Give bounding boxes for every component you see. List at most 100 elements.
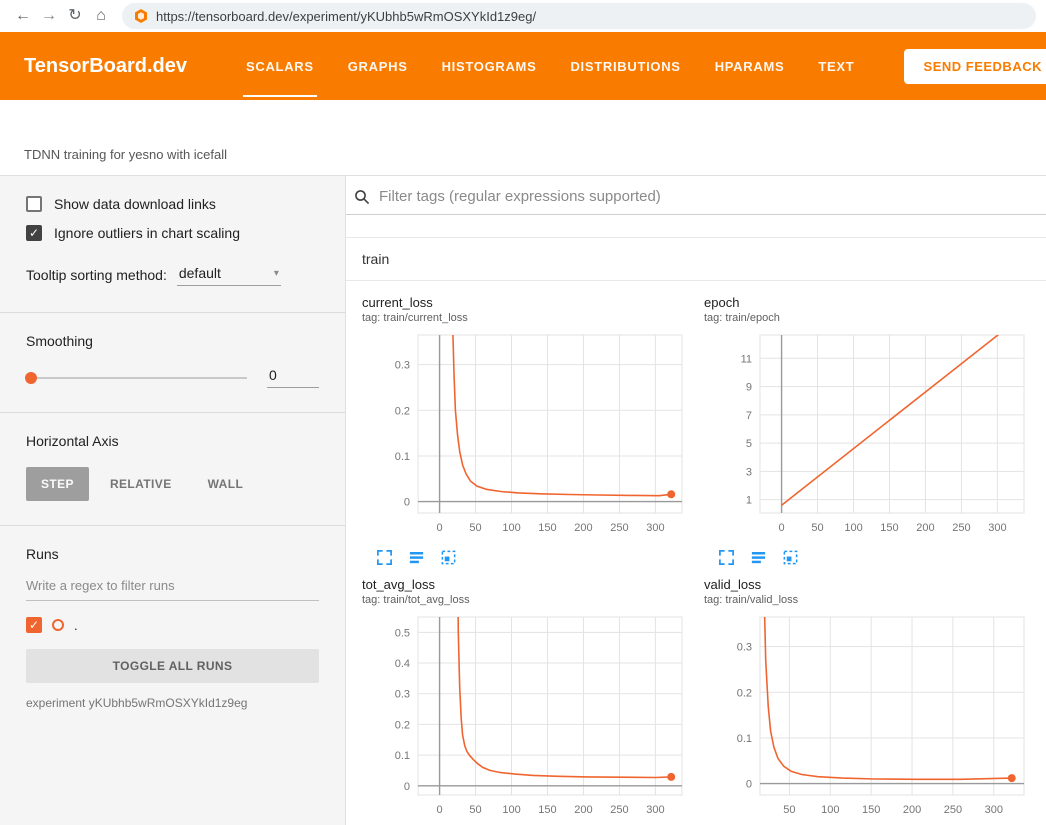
tab-histograms[interactable]: HISTOGRAMS [425,32,554,100]
svg-text:0.2: 0.2 [737,687,752,699]
show-download-links-label: Show data download links [54,196,216,212]
scalar-chart-card: epochtag: train/epoch0501001502002503001… [704,295,1034,567]
tooltip-sorting-label: Tooltip sorting method: [26,267,167,286]
back-icon[interactable]: ← [10,0,36,32]
svg-text:11: 11 [741,353,752,365]
svg-text:250: 250 [944,804,962,816]
run-item[interactable]: ✓ . [26,617,319,633]
run-color-icon [52,619,64,631]
axis-relative-button[interactable]: RELATIVE [95,467,187,501]
charts-grid: current_losstag: train/current_loss05010… [346,281,1046,825]
tooltip-sorting-dropdown[interactable]: default ▾ [177,263,281,286]
svg-text:0.3: 0.3 [395,689,410,701]
smoothing-slider-thumb[interactable] [25,372,37,384]
tab-graphs[interactable]: GRAPHS [331,32,425,100]
browser-toolbar: ← → ↻ ⌂ https://tensorboard.dev/experime… [0,0,1046,32]
svg-text:200: 200 [916,522,934,534]
svg-text:50: 50 [469,522,481,534]
experiment-id-note: experiment yKUbhb5wRmOSXYkId1z9eg [26,696,319,710]
svg-text:100: 100 [844,522,862,534]
line-chart[interactable]: 5010015020025030000.10.20.3 [704,611,1034,821]
scalar-chart-card: valid_losstag: train/valid_loss501001502… [704,577,1034,825]
svg-text:1: 1 [746,495,752,507]
svg-text:9: 9 [746,382,752,394]
list-icon[interactable] [408,549,426,567]
svg-text:300: 300 [646,522,664,534]
line-chart[interactable]: 05010015020025030000.10.20.30.40.5 [362,611,692,821]
fit-domain-icon[interactable] [782,549,800,567]
address-bar[interactable]: https://tensorboard.dev/experiment/yKUbh… [122,3,1036,29]
scalar-chart-card: current_losstag: train/current_loss05010… [362,295,692,567]
svg-text:0.1: 0.1 [395,750,410,762]
fit-domain-icon[interactable] [440,549,458,567]
svg-text:0.1: 0.1 [395,451,410,463]
run-name: . [74,618,78,633]
tab-bar: SCALARS GRAPHS HISTOGRAMS DISTRIBUTIONS … [229,32,871,100]
app-header: TensorBoard.dev SCALARS GRAPHS HISTOGRAM… [0,32,1046,100]
tab-distributions[interactable]: DISTRIBUTIONS [553,32,697,100]
svg-text:0: 0 [404,781,410,793]
svg-text:200: 200 [903,804,921,816]
run-checkbox[interactable]: ✓ [26,617,42,633]
smoothing-slider[interactable] [26,377,247,379]
svg-text:0.3: 0.3 [737,642,752,654]
svg-text:100: 100 [502,804,520,816]
svg-text:150: 150 [538,522,556,534]
svg-text:5: 5 [746,438,752,450]
runs-filter-input[interactable] [26,572,319,601]
svg-text:50: 50 [469,804,481,816]
smoothing-value[interactable]: 0 [267,367,319,388]
send-feedback-button[interactable]: SEND FEEDBACK [904,49,1046,84]
chevron-down-icon: ▾ [274,268,279,279]
list-icon[interactable] [750,549,768,567]
tab-text[interactable]: TEXT [801,32,871,100]
forward-icon[interactable]: → [36,0,62,32]
svg-text:300: 300 [646,804,664,816]
svg-text:50: 50 [783,804,795,816]
general-settings-section: Show data download links ✓ Ignore outlie… [0,176,345,313]
expand-corners-icon[interactable] [376,549,394,567]
tooltip-sorting-value: default [179,265,221,281]
axis-step-button[interactable]: STEP [26,467,89,501]
tag-filter-row [346,176,1046,215]
ignore-outliers-label: Ignore outliers in chart scaling [54,225,240,241]
url-text: https://tensorboard.dev/experiment/yKUbh… [156,9,536,24]
tab-hparams[interactable]: HPARAMS [698,32,802,100]
tag-group-card: train current_losstag: train/current_los… [346,237,1046,825]
refresh-icon[interactable]: ↻ [62,0,88,32]
expand-corners-icon[interactable] [718,549,736,567]
scalars-dashboard: train current_losstag: train/current_los… [346,176,1046,825]
home-icon[interactable]: ⌂ [88,0,114,32]
experiment-description: TDNN training for yesno with icefall [24,147,227,162]
tag-group-title[interactable]: train [346,238,1046,281]
chart-actions [704,544,1034,567]
smoothing-section: Smoothing 0 [0,313,345,413]
svg-text:200: 200 [574,522,592,534]
settings-sidebar: Show data download links ✓ Ignore outlie… [0,176,346,825]
svg-text:250: 250 [610,804,628,816]
axis-wall-button[interactable]: WALL [193,467,259,501]
chart-tag: tag: train/tot_avg_loss [362,594,692,606]
tab-scalars[interactable]: SCALARS [229,32,331,100]
svg-text:0.5: 0.5 [395,627,410,639]
svg-text:0: 0 [746,779,752,791]
toggle-all-runs-button[interactable]: TOGGLE ALL RUNS [26,649,319,683]
show-download-links-checkbox[interactable] [26,196,42,212]
svg-text:0: 0 [437,522,443,534]
svg-text:0.4: 0.4 [395,658,410,670]
svg-text:150: 150 [538,804,556,816]
runs-section: Runs ✓ . TOGGLE ALL RUNS experiment yKUb… [0,526,345,734]
svg-text:0: 0 [404,497,410,509]
svg-text:0.2: 0.2 [395,405,410,417]
svg-text:250: 250 [952,522,970,534]
app-logo: TensorBoard.dev [0,55,229,78]
svg-text:200: 200 [574,804,592,816]
line-chart[interactable]: 05010015020025030000.10.20.3 [362,329,692,539]
chart-actions [362,544,692,567]
line-chart[interactable]: 0501001502002503001357911 [704,329,1034,539]
ignore-outliers-checkbox[interactable]: ✓ [26,225,42,241]
chart-tag: tag: train/valid_loss [704,594,1034,606]
chart-title: current_loss [362,295,692,310]
smoothing-label: Smoothing [26,333,319,349]
tag-filter-input[interactable] [379,188,1046,205]
